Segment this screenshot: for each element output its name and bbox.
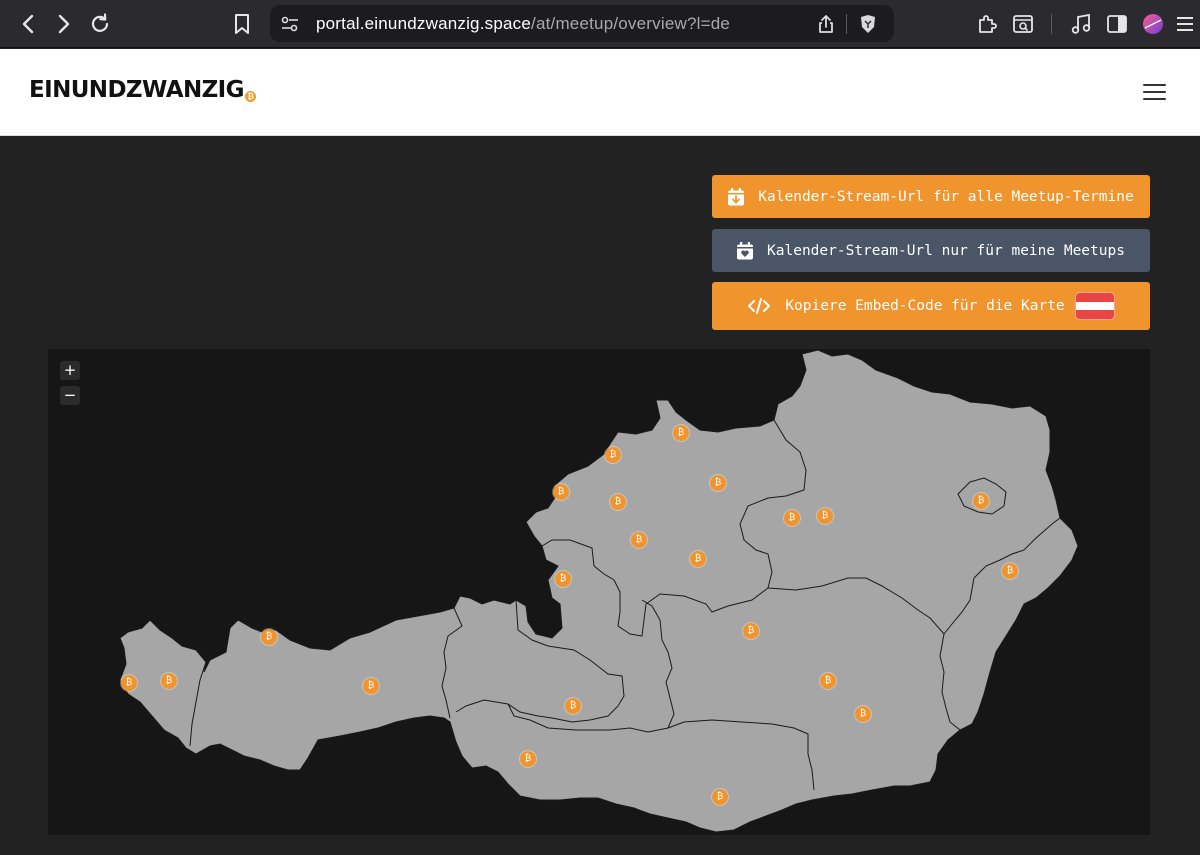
meetup-marker-bitcoin-icon[interactable]: ₿ [610,494,626,510]
address-bar[interactable]: portal.einundzwanzig.space/at/meetup/ove… [270,5,894,42]
meetup-marker-bitcoin-icon[interactable]: ₿ [555,571,571,587]
calendar-download-icon [728,187,745,206]
divider [846,14,847,34]
site-header: EINUNDZWANZIG ₿ [0,49,1200,136]
meetup-marker-bitcoin-icon[interactable]: ₿ [363,678,379,694]
meetup-marker-bitcoin-icon[interactable]: ₿ [520,751,536,767]
sidebar-icon[interactable] [1104,11,1130,37]
share-icon[interactable] [816,14,836,34]
bitcoin-coin-icon: ₿ [244,91,256,102]
meetup-marker-bitcoin-icon[interactable]: ₿ [743,623,759,639]
bookmark-icon[interactable] [228,10,256,38]
site-settings-icon[interactable] [280,14,300,34]
copy-embed-code-label: Kopiere Embed-Code für die Karte [785,298,1065,314]
url-text[interactable]: portal.einundzwanzig.space/at/meetup/ove… [316,14,730,34]
meetup-marker-bitcoin-icon[interactable]: ₿ [565,698,581,714]
reload-icon[interactable] [86,10,114,38]
back-icon[interactable] [14,10,42,38]
reader-search-icon[interactable] [1010,11,1036,37]
calendar-heart-icon [737,241,754,260]
menu-icon[interactable] [1172,11,1198,37]
meetup-marker-bitcoin-icon[interactable]: ₿ [121,675,137,691]
meetup-marker-bitcoin-icon[interactable]: ₿ [817,508,833,524]
meetup-marker-bitcoin-icon[interactable]: ₿ [673,425,689,441]
meetup-marker-bitcoin-icon[interactable]: ₿ [1002,563,1018,579]
forward-icon[interactable] [50,10,78,38]
austria-map [119,349,1079,833]
meetup-map[interactable]: + − ₿ ₿ ₿ ₿ ₿ ₿ ₿ ₿ ₿ ₿ ₿ ₿ ₿ ₿ ₿ ₿ ₿ ₿ ₿ ₿ ₿ ₿ [48,349,1150,835]
browser-toolbar: portal.einundzwanzig.space/at/meetup/ove… [0,0,1200,48]
meetup-marker-bitcoin-icon[interactable]: ₿ [161,673,177,689]
meetup-marker-bitcoin-icon[interactable]: ₿ [605,447,621,463]
austria-country-shape [119,349,1079,833]
meetup-marker-bitcoin-icon[interactable]: ₿ [973,493,989,509]
meetup-marker-bitcoin-icon[interactable]: ₿ [553,484,569,500]
site-logo[interactable]: EINUNDZWANZIG ₿ [29,77,256,103]
code-icon [747,297,771,315]
meetup-marker-bitcoin-icon[interactable]: ₿ [631,532,647,548]
austria-flag-icon [1074,292,1115,320]
meetup-marker-bitcoin-icon[interactable]: ₿ [710,475,726,491]
meetup-marker-bitcoin-icon[interactable]: ₿ [261,629,277,645]
divider [1051,14,1052,34]
meetup-marker-bitcoin-icon[interactable]: ₿ [690,551,706,567]
meetup-marker-bitcoin-icon[interactable]: ₿ [784,510,800,526]
meetup-marker-bitcoin-icon[interactable]: ₿ [820,673,836,689]
profile-avatar[interactable] [1140,11,1166,37]
my-meetups-calendar-button[interactable]: Kalender-Stream-Url nur für meine Meetup… [712,229,1150,272]
hamburger-menu-icon[interactable] [1143,82,1167,102]
copy-embed-code-button[interactable]: Kopiere Embed-Code für die Karte [712,282,1150,330]
brave-shield-icon[interactable] [858,14,878,34]
all-meetups-calendar-button[interactable]: Kalender-Stream-Url für alle Meetup-Term… [712,175,1150,218]
music-note-icon[interactable] [1068,11,1094,37]
meetup-marker-bitcoin-icon[interactable]: ₿ [855,706,871,722]
extensions-icon[interactable] [974,11,1000,37]
meetup-marker-bitcoin-icon[interactable]: ₿ [712,789,728,805]
my-meetups-calendar-label: Kalender-Stream-Url nur für meine Meetup… [767,242,1125,259]
all-meetups-calendar-label: Kalender-Stream-Url für alle Meetup-Term… [758,188,1134,205]
